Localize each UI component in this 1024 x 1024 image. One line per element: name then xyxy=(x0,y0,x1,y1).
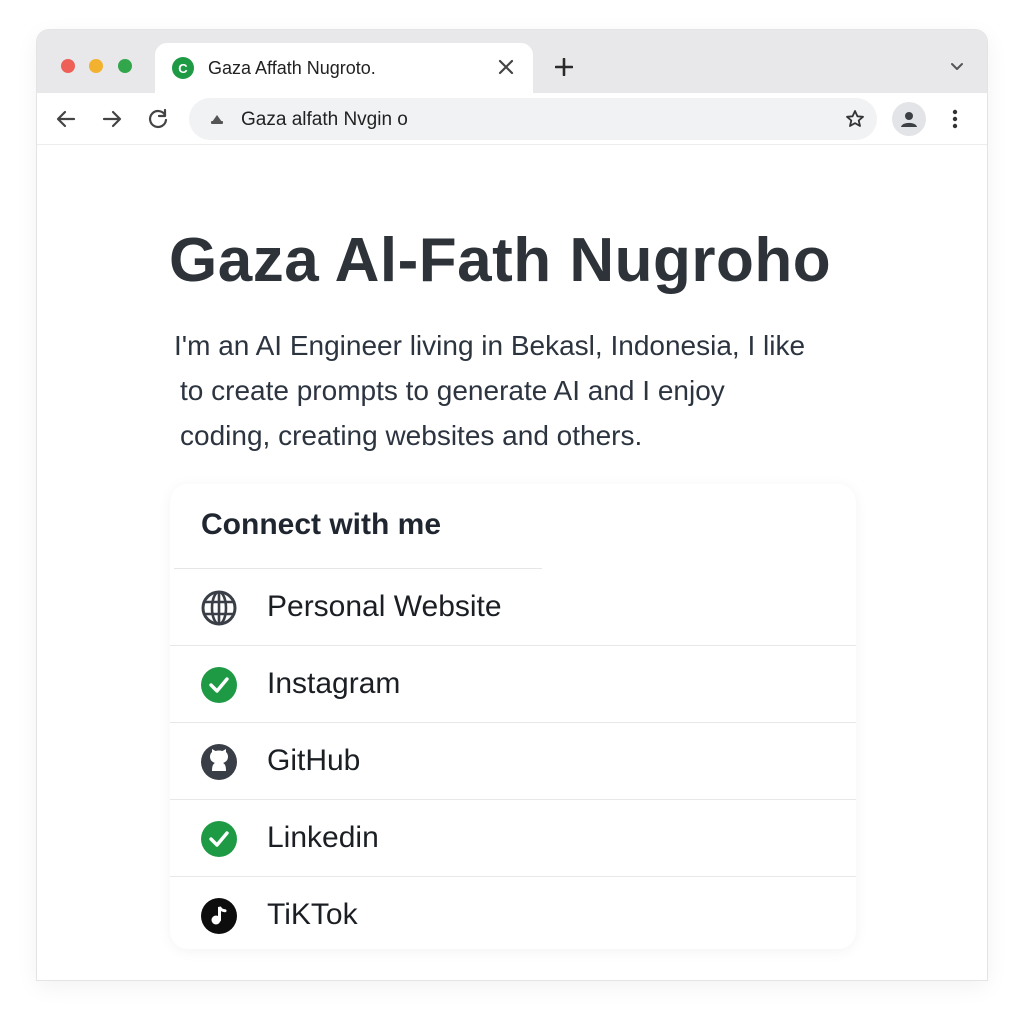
forward-icon[interactable] xyxy=(97,104,127,134)
bio-text: I'm an AI Engineer living in Bekasl, Ind… xyxy=(174,323,874,458)
new-tab-icon[interactable] xyxy=(551,54,577,80)
tab-search-chevron-icon[interactable] xyxy=(949,58,965,74)
link-github[interactable]: GitHub xyxy=(170,723,856,800)
favicon-icon: C xyxy=(172,57,194,79)
bookmark-star-icon[interactable] xyxy=(845,109,865,129)
address-text[interactable]: Gaza alfath Nvgin o xyxy=(241,109,408,131)
tab-bar: C Gaza Affath Nugroto. xyxy=(37,30,987,93)
browser-menu-icon[interactable] xyxy=(945,106,965,132)
browser-tab[interactable]: C Gaza Affath Nugroto. xyxy=(155,43,533,93)
github-icon xyxy=(200,743,238,781)
bio-line: I'm an AI Engineer living in Bekasl, Ind… xyxy=(174,330,806,361)
check-circle-icon xyxy=(200,666,238,704)
browser-toolbar: Gaza alfath Nvgin o xyxy=(37,93,987,145)
profile-avatar-icon[interactable] xyxy=(892,102,926,136)
tab-title: Gaza Affath Nugroto. xyxy=(208,58,376,78)
reload-icon[interactable] xyxy=(143,104,173,134)
tiktok-icon xyxy=(200,897,238,935)
link-label: Instagram xyxy=(267,667,401,700)
close-window-button[interactable] xyxy=(61,59,75,73)
back-icon[interactable] xyxy=(51,104,81,134)
link-label: TiKTok xyxy=(267,898,358,931)
connect-card: Connect with me Personal Website Instagr… xyxy=(170,484,856,949)
link-label: GitHub xyxy=(267,744,361,777)
globe-icon xyxy=(200,589,238,627)
link-tiktok[interactable]: TiKTok xyxy=(170,877,856,954)
link-instagram[interactable]: Instagram xyxy=(170,646,856,723)
close-tab-icon[interactable] xyxy=(493,54,519,80)
page-title: Gaza Al-Fath Nugroho xyxy=(169,226,832,295)
maximize-window-button[interactable] xyxy=(118,59,132,73)
link-personal-website[interactable]: Personal Website xyxy=(170,569,856,646)
link-label: Linkedin xyxy=(267,821,379,854)
browser-window: C Gaza Affath Nugroto. Gaza alfath Nvgin… xyxy=(37,30,987,980)
check-circle-icon xyxy=(200,820,238,858)
minimize-window-button[interactable] xyxy=(89,59,103,73)
bio-line: to create prompts to generate AI and I e… xyxy=(180,375,725,406)
link-label: Personal Website xyxy=(267,590,502,623)
social-links-list: Personal Website Instagram GitHub Linked… xyxy=(170,569,856,954)
page-content: Gaza Al-Fath Nugroho I'm an AI Engineer … xyxy=(37,145,987,980)
bio-line: coding, creating websites and others. xyxy=(180,420,643,451)
connect-heading: Connect with me xyxy=(201,508,442,541)
site-info-icon[interactable] xyxy=(209,110,225,126)
link-linkedin[interactable]: Linkedin xyxy=(170,800,856,877)
address-bar[interactable]: Gaza alfath Nvgin o xyxy=(189,98,877,140)
